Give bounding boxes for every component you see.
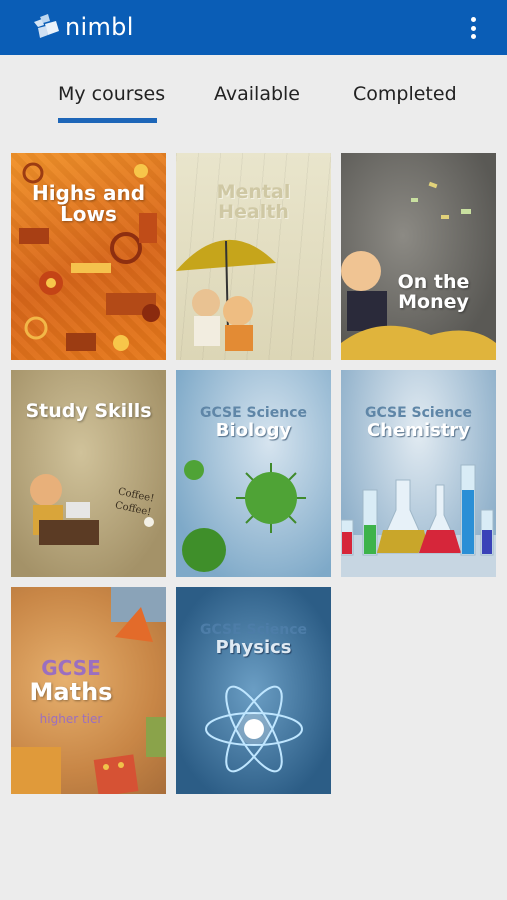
course-title: Mental Health: [176, 181, 331, 223]
course-title-line2: Physics: [215, 636, 292, 658]
course-title-line2: Lows: [60, 202, 117, 226]
course-title-line1: Mental: [216, 181, 291, 203]
course-title-line3: higher tier: [39, 712, 103, 727]
course-title: GCSE Maths higher tier: [11, 657, 166, 728]
lab-glassware-illustration: [341, 464, 496, 577]
course-title-line2: Health: [218, 200, 289, 223]
atom-illustration: [205, 685, 303, 773]
active-tab-indicator: [58, 118, 157, 123]
course-title: On the Money: [371, 271, 496, 313]
course-title: GCSE Science Biology: [176, 403, 331, 441]
course-tile-chemistry[interactable]: GCSE Science Chemistry: [341, 370, 496, 577]
course-title: Highs and Lows: [11, 183, 166, 225]
course-title-line1: GCSE: [41, 656, 101, 680]
course-title-line2: Chemistry: [366, 419, 471, 441]
tab-available[interactable]: Available: [214, 83, 300, 105]
money-illustration: [341, 181, 496, 360]
course-title: GCSE Science Chemistry: [341, 403, 496, 441]
course-tile-maths[interactable]: GCSE Maths higher tier: [11, 587, 166, 794]
menu-dot: [470, 34, 476, 39]
course-title: GCSE Science Physics: [176, 620, 331, 658]
course-tile-on-the-money[interactable]: On the Money: [341, 153, 496, 360]
course-tile-highs-and-lows[interactable]: Highs and Lows: [11, 153, 166, 360]
course-title-line2: Biology: [215, 419, 292, 441]
menu-dot: [470, 17, 476, 22]
nimbl-logo-icon: [34, 14, 59, 38]
course-title-line1: On the: [397, 271, 470, 293]
menu-dot: [470, 25, 476, 31]
course-tile-biology[interactable]: GCSE Science Biology: [176, 370, 331, 577]
brand-name: nimbl: [65, 13, 134, 41]
tab-bar: My courses Available Completed: [0, 55, 507, 127]
course-title-line2: Money: [398, 290, 469, 313]
course-tile-physics[interactable]: GCSE Science Physics: [176, 587, 331, 794]
course-tile-study-skills[interactable]: Study Skills Coffee! Coffee!: [11, 370, 166, 577]
course-title-line2: Maths: [29, 678, 113, 707]
course-tile-mental-health[interactable]: Mental Health: [176, 153, 331, 360]
app-bar: nimbl: [0, 0, 507, 55]
brand: nimbl: [32, 12, 134, 42]
overflow-menu-icon[interactable]: [463, 14, 483, 42]
course-title: Study Skills: [25, 400, 152, 422]
course-title-line1: GCSE Science: [365, 405, 472, 421]
course-title-line1: GCSE Science: [200, 622, 307, 638]
tab-my-courses[interactable]: My courses: [58, 83, 165, 105]
course-title-line1: GCSE Science: [200, 405, 307, 421]
tab-completed[interactable]: Completed: [353, 83, 457, 105]
virus-illustration: [182, 460, 306, 572]
